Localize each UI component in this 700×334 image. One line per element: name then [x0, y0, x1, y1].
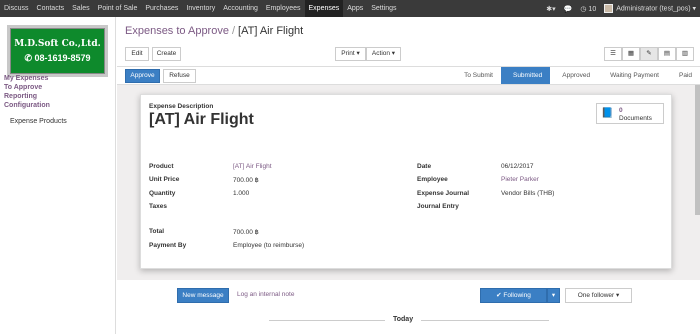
chatter: New message Log an internal note ✔ Follo…: [117, 280, 700, 334]
user-name: Administrator (test_pos): [616, 5, 691, 13]
description-label: Expense Description: [149, 103, 214, 110]
total-field: 700.00 ฿: [233, 229, 259, 236]
payment-by-label: Payment By: [149, 242, 187, 249]
sidebar-item-my-expenses[interactable]: My Expenses: [4, 74, 50, 83]
notification-count-value: 10: [588, 5, 597, 13]
breadcrumb-current: [AT] Air Flight: [238, 25, 304, 37]
total-label: Total: [149, 228, 165, 235]
user-menu[interactable]: Administrator (test_pos) ▾: [604, 4, 696, 13]
sidebar-item-expense-products[interactable]: Expense Products: [10, 118, 67, 125]
step-submitted: Submitted: [500, 67, 551, 84]
unit-price-field: 700.00 ฿: [233, 177, 259, 184]
pivot-view-icon[interactable]: ▤: [658, 47, 676, 61]
menu-sales[interactable]: Sales: [68, 0, 94, 17]
logo-company: M.D.Soft Co.,Ltd.: [14, 39, 101, 49]
app-menu: Discuss Contacts Sales Point of Sale Pur…: [0, 0, 401, 17]
step-approved: Approved: [562, 72, 591, 79]
payment-by-field: Employee (to reimburse): [233, 242, 305, 249]
sidebar-item-to-approve[interactable]: To Approve: [4, 83, 50, 92]
quantity-label: Quantity: [149, 190, 176, 197]
status-steps: To Submit Submitted Approved Waiting Pay…: [452, 67, 700, 84]
employee-field[interactable]: Pieter Parker: [501, 176, 539, 183]
menu-discuss[interactable]: Discuss: [0, 0, 33, 17]
unit-price-label: Unit Price: [149, 176, 180, 183]
breadcrumb-parent[interactable]: Expenses to Approve: [125, 25, 229, 37]
sidebar-menu: My Expenses To Approve Reporting Configu…: [4, 74, 50, 110]
sidebar-item-configuration[interactable]: Configuration: [4, 101, 50, 110]
log-note-link[interactable]: Log an internal note: [237, 291, 294, 298]
main-content: Expenses to Approve / [AT] Air Flight Edit…: [117, 17, 700, 334]
phone-icon: ✆: [24, 53, 35, 63]
menu-point-of-sale[interactable]: Point of Sale: [94, 0, 142, 17]
following-button[interactable]: ✔ Following: [480, 288, 547, 303]
employee-label: Employee: [417, 176, 448, 183]
logo-phone: 08-1619-8579: [34, 53, 91, 63]
date-field: 06/12/2017: [501, 163, 534, 170]
product-label: Product: [149, 163, 174, 170]
approve-button[interactable]: Approve: [125, 69, 160, 83]
print-label: Print: [341, 50, 355, 57]
kanban-view-icon[interactable]: ▦: [622, 47, 640, 61]
menu-contacts[interactable]: Contacts: [33, 0, 69, 17]
documents-button[interactable]: 📘 0 Documents: [596, 103, 664, 124]
product-field[interactable]: [AT] Air Flight: [233, 163, 272, 170]
date-label: Date: [417, 163, 432, 170]
followers-dropdown[interactable]: One follower ▾: [565, 288, 632, 303]
menu-expenses[interactable]: Expenses: [304, 0, 344, 17]
list-view-icon[interactable]: ☰: [604, 47, 622, 61]
menu-employees[interactable]: Employees: [262, 0, 305, 17]
action-label: Action: [371, 50, 390, 57]
documents-count: 0: [619, 107, 623, 114]
journal-entry-label: Journal Entry: [417, 203, 459, 210]
step-waiting-payment: Waiting Payment: [610, 72, 659, 79]
scrollbar[interactable]: [695, 85, 700, 215]
quantity-field: 1.000: [233, 190, 250, 197]
menu-accounting[interactable]: Accounting: [219, 0, 262, 17]
expense-title: [AT] Air Flight: [149, 111, 254, 128]
breadcrumb-separator: /: [231, 25, 236, 37]
form-sheet: Expense Description [AT] Air Flight 📘 0 …: [140, 94, 672, 269]
following-dropdown[interactable]: ▾: [547, 288, 560, 303]
new-message-button[interactable]: New message: [177, 288, 229, 303]
print-dropdown[interactable]: Print ▾: [335, 47, 366, 61]
systray: ✱▾ 💬 ◷ 10 Administrator (test_pos) ▾: [546, 0, 696, 17]
menu-apps[interactable]: Apps: [343, 0, 367, 17]
sidebar-item-reporting[interactable]: Reporting: [4, 92, 50, 101]
bug-icon[interactable]: ✱▾: [546, 5, 555, 13]
create-button[interactable]: Create: [152, 47, 181, 61]
chat-icon[interactable]: 💬: [564, 5, 573, 13]
avatar: [604, 4, 614, 13]
status-bar: Approve Refuse To Submit Submitted Appro…: [117, 67, 700, 85]
top-navbar: Discuss Contacts Sales Point of Sale Pur…: [0, 0, 700, 17]
today-separator: Today: [385, 316, 422, 323]
menu-settings[interactable]: Settings: [367, 0, 400, 17]
notification-count[interactable]: ◷ 10: [580, 5, 596, 13]
menu-purchases[interactable]: Purchases: [141, 0, 182, 17]
expense-journal-field: Vendor Bills (THB): [501, 190, 555, 197]
breadcrumb: Expenses to Approve / [AT] Air Flight: [125, 25, 303, 37]
edit-button[interactable]: Edit: [125, 47, 149, 61]
step-to-submit: To Submit: [464, 72, 493, 79]
step-paid: Paid: [678, 72, 692, 79]
book-icon: 📘: [601, 108, 614, 119]
graph-view-icon[interactable]: ▥: [676, 47, 694, 61]
following-label: Following: [503, 292, 531, 299]
form-view-icon[interactable]: ✎: [640, 47, 658, 61]
refuse-button[interactable]: Refuse: [163, 69, 196, 83]
menu-inventory[interactable]: Inventory: [182, 0, 219, 17]
logo-phone-row: ✆ 08-1619-8579: [10, 53, 105, 64]
taxes-label: Taxes: [149, 203, 167, 210]
control-panel: Expenses to Approve / [AT] Air Flight Edit…: [117, 17, 700, 67]
action-dropdown[interactable]: Action ▾: [366, 47, 401, 61]
followers-label: One follower: [577, 292, 615, 299]
company-logo[interactable]: M.D.Soft Co.,Ltd. ✆ 08-1619-8579: [7, 25, 108, 77]
expense-journal-label: Expense Journal: [417, 190, 470, 197]
sidebar: M.D.Soft Co.,Ltd. ✆ 08-1619-8579 My Expe…: [0, 17, 116, 334]
documents-label: Documents: [619, 115, 652, 122]
